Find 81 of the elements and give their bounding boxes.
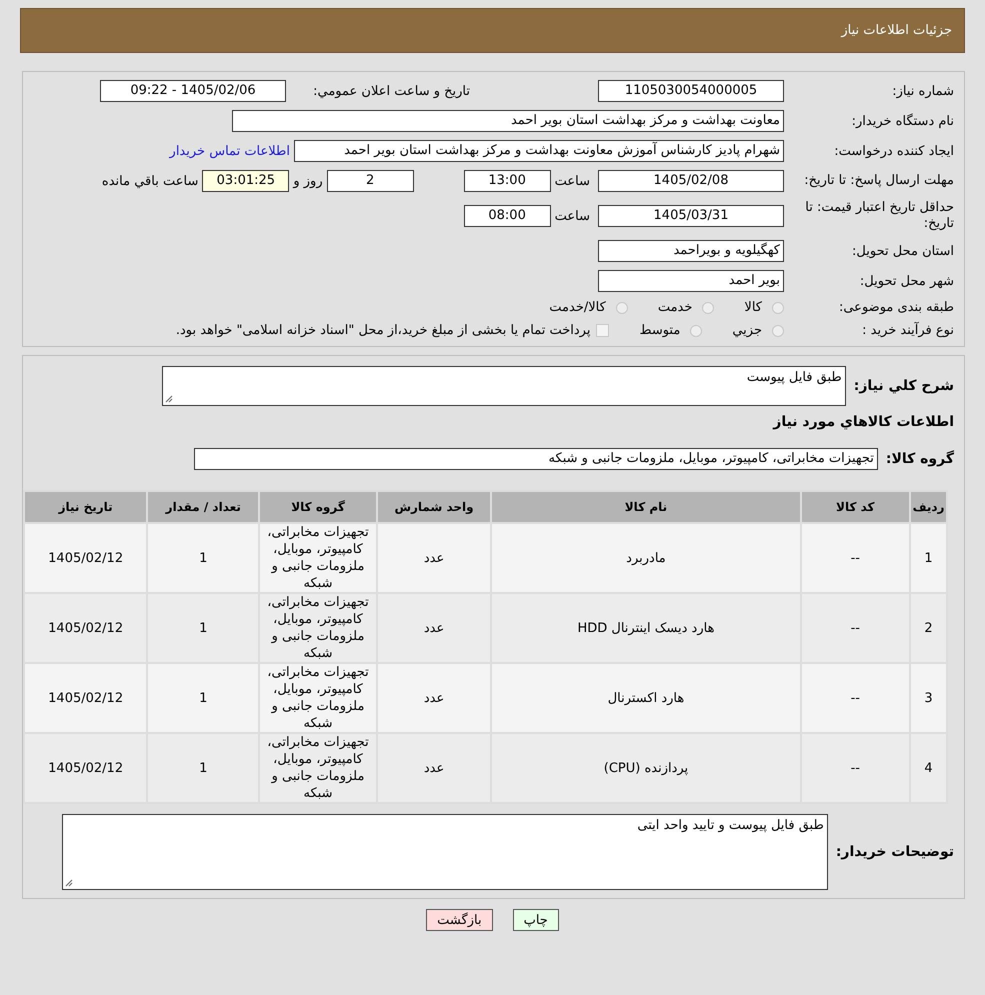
validity-time-field: 08:00	[464, 205, 551, 227]
column-header: تعداد / مقدار	[147, 491, 260, 523]
goods-group-field: تجهیزات مخابراتی، کامپیوتر، موبایل، ملزومات جانبی و شبکه	[194, 448, 878, 470]
column-header: گروه کالا	[259, 491, 377, 523]
table-cell: 4	[910, 733, 947, 803]
table-cell: 1405/02/12	[24, 733, 148, 803]
table-cell: 1	[147, 593, 260, 663]
remaining-time-field: 03:01:25	[202, 170, 290, 192]
province-field: کهگیلویه و بویراحمد	[598, 240, 784, 262]
buyer-notes-textarea[interactable]: طبق فایل پیوست و تایید واحد ایتی	[62, 814, 828, 890]
table-cell: هارد اکسترنال	[491, 663, 801, 733]
table-cell: عدد	[376, 593, 492, 663]
table-cell: --	[800, 733, 910, 803]
column-header: ردیف	[910, 491, 947, 523]
announce-date-field: 1405/02/06 - 09:22	[100, 80, 286, 102]
category-radio[interactable]: کالا	[744, 300, 784, 315]
section-title: اطلاعات کالاهاي مورد نیاز	[773, 413, 955, 432]
resize-grip-icon[interactable]	[164, 395, 173, 403]
field-label: گروه کالا:	[886, 449, 955, 469]
requester-field: شهرام پادیز کارشناس آموزش معاونت بهداشت و مرکز بهداشت استان بویر احمد	[294, 140, 784, 162]
table-cell: 1	[147, 523, 260, 593]
field-label: ساعت	[554, 208, 590, 224]
table-cell: تجهیزات مخابراتی، کامپیوتر، موبایل، ملزومات جانبی و شبکه	[259, 733, 377, 803]
treasury-note: پرداخت تمام یا بخشی از مبلغ خرید،از محل "اسناد خزانه اسلامی" خواهد بود.	[176, 323, 590, 338]
table-cell: هارد دیسک اینترنال HDD	[491, 593, 801, 663]
field-label: استان محل تحویل:	[851, 244, 955, 258]
back-button[interactable]: بازگشت	[426, 909, 493, 931]
table-cell: 1	[147, 663, 260, 733]
column-header: واحد شمارش	[376, 491, 492, 523]
field-label: شرح کلي نیاز:	[854, 377, 955, 396]
need-number-field: 1105030054000005	[598, 80, 784, 102]
days-field: 2	[326, 170, 414, 192]
table-cell: 1405/02/12	[24, 663, 148, 733]
resize-grip-icon[interactable]	[64, 879, 73, 887]
deadline-date-field: 1405/02/08	[598, 170, 784, 192]
category-radio[interactable]: خدمت	[658, 300, 714, 315]
purchase-type-radio[interactable]: جزيي	[732, 323, 784, 338]
field-label: شهر محل تحویل:	[858, 274, 955, 288]
table-cell: --	[800, 523, 910, 593]
field-label: توضیحات خریدار:	[836, 843, 955, 862]
field-label: تاريخ و ساعت اعلان عمومي:	[312, 84, 470, 98]
table-cell: عدد	[376, 523, 492, 593]
table-cell: 2	[910, 593, 947, 663]
city-field: بویر احمد	[598, 270, 784, 292]
field-label: ساعت	[554, 174, 590, 188]
column-header: تاریخ نیاز	[24, 491, 148, 523]
column-header: نام کالا	[491, 491, 801, 523]
field-label: طبقه بندی موضوعی:	[838, 300, 955, 315]
treasury-checkbox[interactable]	[596, 324, 610, 337]
table-cell: --	[800, 593, 910, 663]
category-radio[interactable]: کالا/خدمت	[549, 300, 628, 315]
field-label: ايجاد کننده درخواست:	[833, 144, 955, 158]
field-label: مهلت ارسال پاسخ: تا تاریخ:	[803, 173, 955, 189]
table-cell: مادربرد	[491, 523, 801, 593]
table-cell: عدد	[376, 663, 492, 733]
field-label: نوع فرآیند خرید :	[861, 323, 955, 338]
field-label: حداقل تاریخ اعتبار قیمت: تا تاریخ:	[804, 200, 955, 232]
column-header: کد کالا	[800, 491, 910, 523]
table-cell: عدد	[376, 733, 492, 803]
table-cell: 1405/02/12	[24, 523, 148, 593]
table-cell: 1	[910, 523, 947, 593]
table-cell: 3	[910, 663, 947, 733]
table-cell: 1	[147, 733, 260, 803]
field-label: شماره نیاز:	[891, 84, 955, 98]
table-cell: پردازنده (CPU)	[491, 733, 801, 803]
field-label: ساعت باقي مانده	[102, 174, 198, 188]
buyer-name-field: معاونت بهداشت و مرکز بهداشت استان بویر احمد	[232, 110, 784, 132]
field-label: روز و	[293, 174, 323, 188]
table-cell: تجهیزات مخابراتی، کامپیوتر، موبایل، ملزومات جانبی و شبکه	[259, 663, 377, 733]
table-cell: 1405/02/12	[24, 593, 148, 663]
print-button[interactable]: چاپ	[512, 909, 559, 931]
deadline-time-field: 13:00	[464, 170, 551, 192]
table-cell: تجهیزات مخابراتی، کامپیوتر، موبایل، ملزومات جانبی و شبکه	[259, 593, 377, 663]
page-title: جزئیات اطلاعات نیاز	[841, 23, 952, 38]
table-cell: تجهیزات مخابراتی، کامپیوتر، موبایل، ملزومات جانبی و شبکه	[259, 523, 377, 593]
table-cell: --	[800, 663, 910, 733]
field-label: نام دستگاه خريدار:	[850, 114, 955, 128]
validity-date-field: 1405/03/31	[598, 205, 784, 227]
buyer-contact-link[interactable]: اطلاعات تماس خريدار	[170, 144, 290, 158]
description-textarea[interactable]: طبق فایل پیوست	[162, 366, 846, 406]
purchase-type-radio[interactable]: متوسط	[639, 323, 702, 338]
